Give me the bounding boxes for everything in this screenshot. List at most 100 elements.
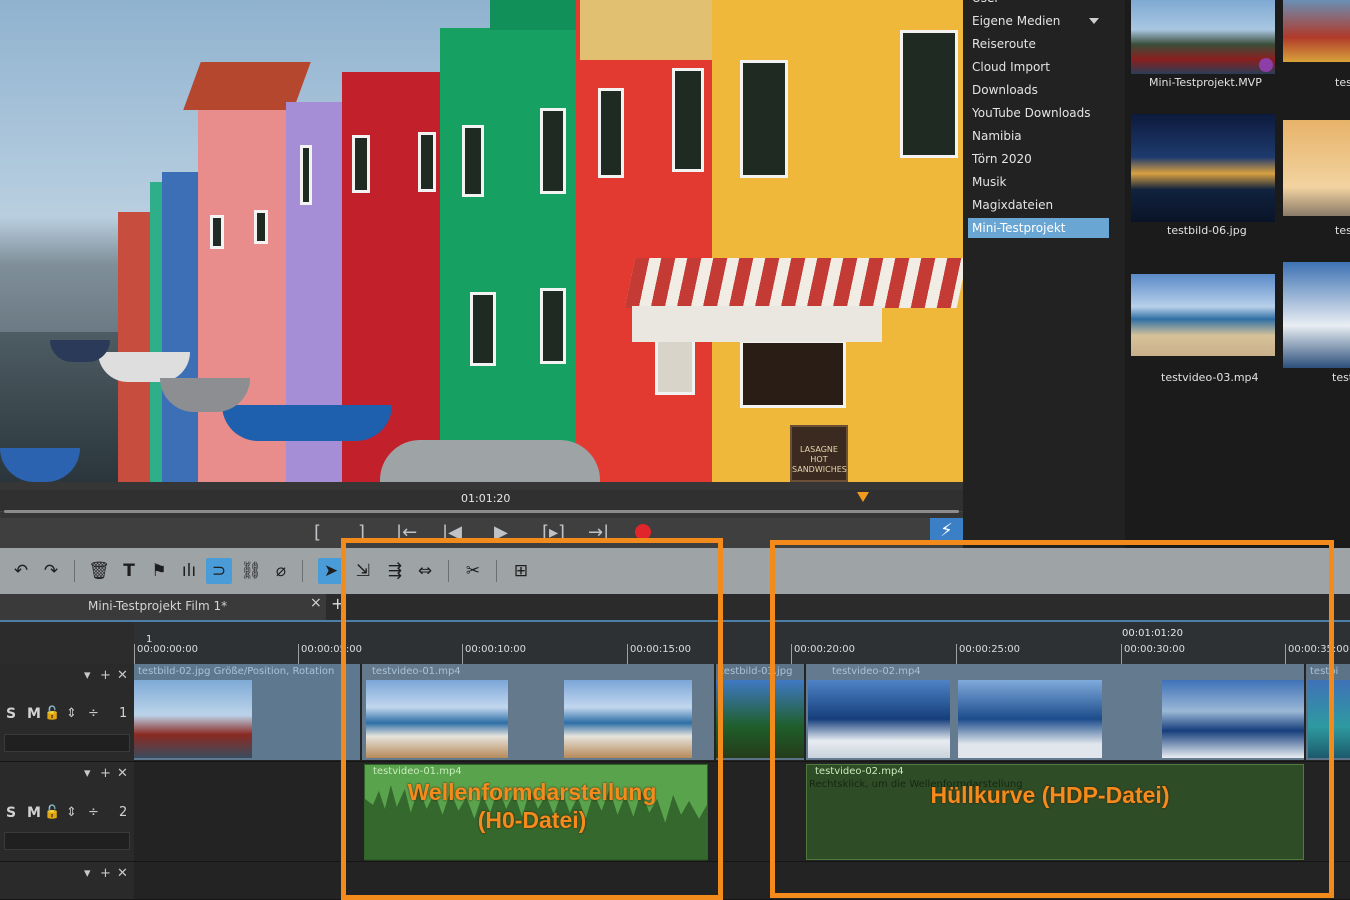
level-icon[interactable]: ılı (176, 558, 202, 584)
redo-icon[interactable]: ↷ (38, 558, 64, 584)
window (470, 292, 496, 366)
thumbnail-grid: Mini-Testprojekt.MVP testbil testbild-06… (1125, 0, 1350, 548)
close-icon[interactable]: ✕ (117, 668, 128, 683)
link-icon[interactable]: ⛓ (238, 558, 264, 584)
folder-mini-testprojekt[interactable]: Mini-Testprojekt (968, 218, 1109, 238)
window (598, 88, 624, 178)
window (462, 125, 484, 197)
window (540, 108, 566, 194)
folder-label: Eigene Medien (972, 14, 1061, 28)
annotation-box-envelope (770, 540, 1334, 898)
awning-valance (632, 306, 882, 342)
toolbar-separator (74, 560, 75, 582)
folder-cloud-import[interactable]: Cloud Import (968, 57, 1109, 77)
thumbnail-testvideo-sail[interactable] (1283, 262, 1350, 368)
close-icon[interactable]: ✕ (117, 866, 128, 881)
lock-icon[interactable]: 🔓 (44, 805, 60, 820)
annotation-envelope-label: Hüllkurve (HDP-Datei) (930, 782, 1170, 808)
folder-musik[interactable]: Musik (968, 172, 1109, 192)
window (210, 215, 224, 249)
track-collapse-icon[interactable]: ÷ (88, 706, 99, 721)
track-volume-field[interactable] (4, 832, 130, 850)
thumbnail-label: Mini-Testprojekt.MVP (1149, 76, 1262, 89)
boat-blue (222, 405, 392, 441)
marker-icon[interactable]: ⚑ (146, 558, 172, 584)
folder-namibia[interactable]: Namibia (968, 126, 1109, 146)
lock-icon[interactable]: 🔓 (44, 706, 60, 721)
clip-frame (134, 680, 252, 758)
window (352, 135, 370, 193)
thumbnail-testbild-beach[interactable] (1283, 120, 1350, 216)
track-header-1: ▾ + ✕ S M 🔓 ⇕ ÷ 1 (0, 664, 134, 762)
striped-awning (624, 258, 963, 308)
preview-timecode: 01:01:20 (461, 492, 511, 505)
track-header-2: ▾ + ✕ S M 🔓 ⇕ ÷ 2 (0, 762, 134, 862)
add-icon[interactable]: + (100, 668, 111, 683)
folder-eigene-medien[interactable]: Eigene Medien (968, 11, 1109, 31)
track-height-icon[interactable]: ⇕ (66, 805, 77, 820)
add-icon[interactable]: + (100, 766, 111, 781)
folder-user[interactable]: User (968, 0, 1109, 8)
media-pool: User Eigene Medien Reiseroute Cloud Impo… (963, 0, 1350, 548)
house-cream-top (580, 0, 715, 60)
thumbnail-mini-testprojekt[interactable] (1131, 0, 1275, 74)
track-header-3: ▾ + ✕ (0, 862, 134, 900)
thumbnail-label: testbild-06.jpg (1167, 224, 1247, 237)
preview-scrubber[interactable] (4, 510, 959, 513)
thumbnail-testbild[interactable] (1283, 0, 1350, 62)
chevron-down-icon[interactable]: ▾ (84, 668, 91, 683)
project-icon (1259, 58, 1273, 72)
window (254, 210, 268, 244)
thumbnail-testbild-06[interactable] (1131, 114, 1275, 222)
menu-sign: LASAGNE HOT SANDWICHES (790, 425, 848, 482)
chevron-down-icon[interactable]: ▾ (84, 766, 91, 781)
solo-mute-buttons[interactable]: S M (6, 805, 44, 821)
track-height-icon[interactable]: ⇕ (66, 706, 77, 721)
magnet-icon[interactable]: ⊃ (206, 558, 232, 584)
window (900, 30, 958, 158)
title-icon[interactable]: T (116, 558, 142, 584)
annotation-box-waveform (341, 538, 723, 900)
tab-mini-testprojekt-film-1[interactable]: Mini-Testprojekt Film 1* (0, 594, 326, 620)
folder-youtube-downloads[interactable]: YouTube Downloads (968, 103, 1109, 123)
thumbnail-label: testvid (1332, 371, 1350, 384)
close-icon[interactable]: ✕ (117, 766, 128, 781)
annotation-waveform-label: Wellenformdarstellung (H0-Datei) (407, 779, 657, 833)
track-number: 1 (119, 706, 128, 721)
thumbnail-testvideo-03[interactable] (1131, 274, 1275, 356)
toolbar-separator (302, 560, 303, 582)
folder-downloads[interactable]: Downloads (968, 80, 1109, 100)
folder-magixdateien[interactable]: Magixdateien (968, 195, 1109, 215)
add-icon[interactable]: + (100, 866, 111, 881)
window (300, 145, 312, 205)
boat-cover (380, 440, 600, 482)
track-number: 2 (119, 805, 128, 820)
video-preview: LASAGNE HOT SANDWICHES (0, 0, 963, 482)
folder-toern-2020[interactable]: Törn 2020 (968, 149, 1109, 169)
house-green-top (490, 0, 580, 30)
window (672, 68, 704, 172)
folder-reiseroute[interactable]: Reiseroute (968, 34, 1109, 54)
tab-label: Mini-Testprojekt Film 1* (88, 599, 228, 613)
folder-tree: User Eigene Medien Reiseroute Cloud Impo… (963, 0, 1125, 548)
unlink-icon[interactable]: ⌀ (268, 558, 294, 584)
window (740, 60, 788, 178)
delete-icon[interactable]: 🗑 (86, 558, 112, 584)
chevron-down-icon[interactable] (1089, 18, 1099, 24)
undo-icon[interactable]: ↶ (8, 558, 34, 584)
playhead-marker[interactable] (857, 492, 869, 502)
track-volume-field[interactable] (4, 734, 130, 752)
clip-testbild-02[interactable]: testbild-02.jpg Größe/Position, Rotation (134, 664, 360, 760)
mark-in-button[interactable]: [ (314, 522, 321, 544)
track-collapse-icon[interactable]: ÷ (88, 805, 99, 820)
ruler-corner (0, 620, 134, 664)
chevron-down-icon[interactable]: ▾ (84, 866, 91, 881)
solo-mute-buttons[interactable]: S M (6, 706, 44, 722)
shop-window (740, 340, 846, 408)
house-green (440, 28, 578, 482)
thumbnail-label: testbil (1335, 224, 1350, 237)
window (418, 132, 436, 192)
close-icon[interactable]: × (310, 595, 322, 611)
ruler-tick: 00:00:00:00 (134, 644, 198, 664)
thumbnail-label: testvideo-03.mp4 (1161, 371, 1259, 384)
